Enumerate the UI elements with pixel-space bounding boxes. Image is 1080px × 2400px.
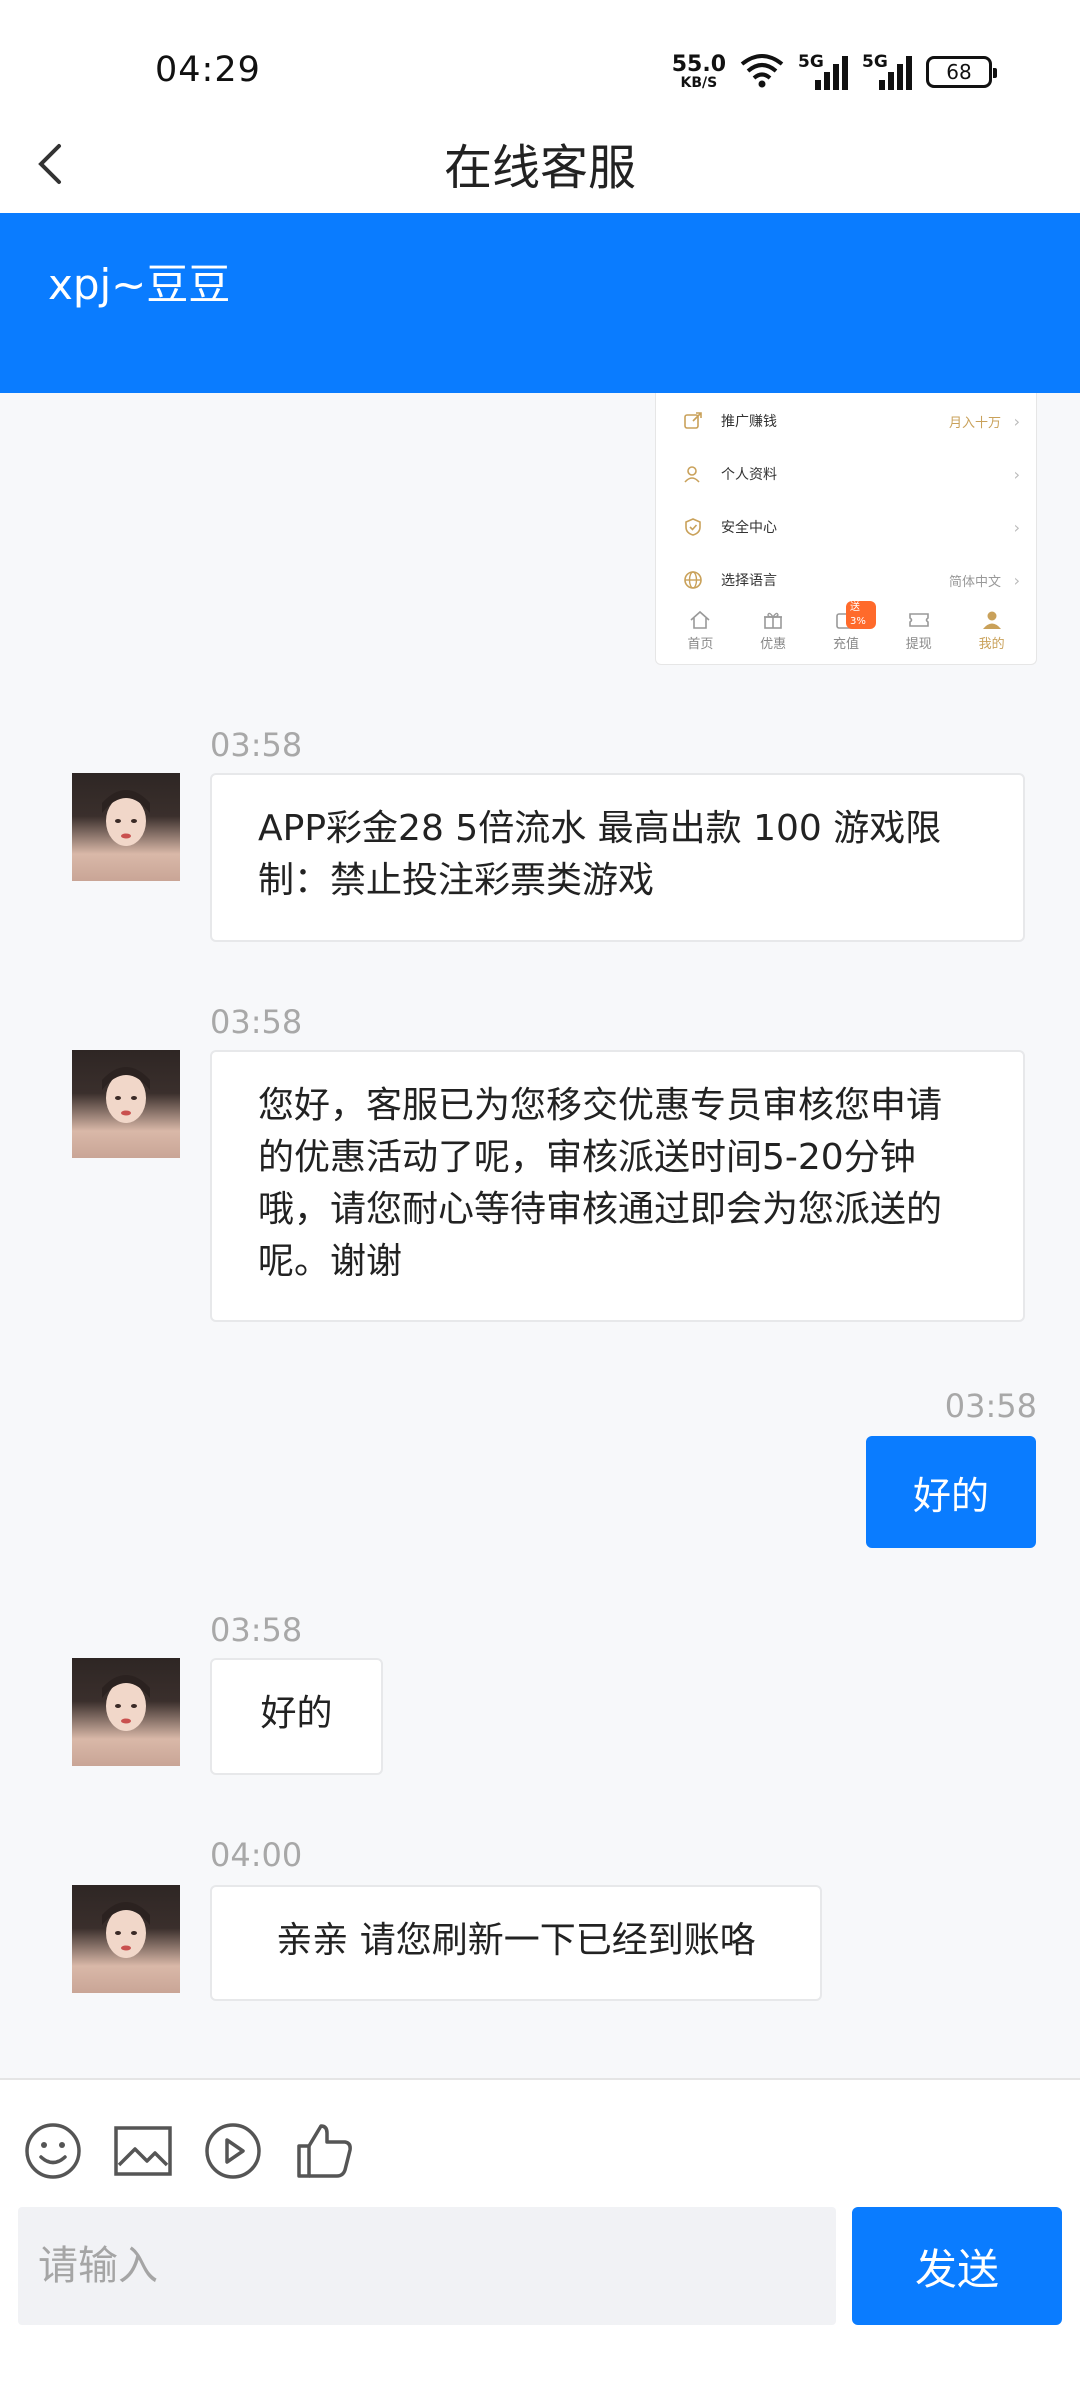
- message-text: APP彩金28 5倍流水 最高出款 100 游戏限制：禁止投注彩票类游戏: [258, 808, 942, 901]
- network-speed-value: 55.0: [671, 52, 726, 77]
- like-button[interactable]: [294, 2120, 356, 2182]
- composer: 发送: [0, 2078, 1080, 2400]
- chat-area[interactable]: 推广赚钱 月入十万 › 个人资料 › 安全中心 › 选择语言 简体中文 › 首页…: [0, 393, 1080, 2078]
- network-speed: 55.0 KB/S: [671, 52, 726, 91]
- share-icon: [682, 410, 704, 432]
- screenshot-row: 个人资料 ›: [656, 454, 1036, 494]
- user-message-bubble: 好的: [866, 1436, 1036, 1548]
- agent-message-bubble: 好的: [210, 1658, 383, 1775]
- chevron-right-icon: ›: [1013, 411, 1020, 431]
- emoji-icon: [25, 2123, 81, 2179]
- screenshot-tab-label: 提现: [905, 637, 932, 652]
- agent-message-bubble: 您好，客服已为您移交优惠专员审核您申请的优惠活动了呢，审核派送时间5-20分钟哦…: [210, 1050, 1025, 1322]
- status-time: 04:29: [155, 50, 261, 90]
- message-timestamp: 03:58: [210, 1611, 303, 1649]
- status-icons: 55.0 KB/S 5G 5G 68: [671, 52, 997, 92]
- screenshot-tab-withdraw: 提现: [889, 609, 949, 652]
- gift-icon: [760, 609, 786, 631]
- message-timestamp: 03:58: [944, 1387, 1037, 1425]
- home-icon: [687, 609, 713, 631]
- screenshot-row: 选择语言 简体中文 ›: [656, 560, 1036, 600]
- screenshot-row-label: 安全中心: [721, 520, 777, 536]
- nav-header: 在线客服: [0, 120, 1080, 213]
- signal-sim1-icon: 5G: [798, 52, 848, 90]
- message-timestamp: 03:58: [210, 1003, 303, 1041]
- agent-avatar: [72, 1658, 180, 1766]
- screenshot-row-label: 选择语言: [721, 573, 777, 589]
- page-title: 在线客服: [443, 140, 636, 196]
- screenshot-tab-me: 我的: [962, 609, 1022, 652]
- message-timestamp: 04:00: [210, 1836, 303, 1874]
- screenshot-tab-label: 优惠: [760, 637, 787, 652]
- screenshot-row-label: 推广赚钱: [721, 414, 777, 430]
- message-text: 好的: [912, 1473, 989, 1518]
- signal-sim2-icon: 5G: [862, 52, 912, 90]
- emoji-button[interactable]: [22, 2120, 84, 2182]
- screenshot-row-value: 简体中文: [948, 574, 1001, 590]
- message-text: 您好，客服已为您移交优惠专员审核您申请的优惠活动了呢，审核派送时间5-20分钟哦…: [258, 1085, 943, 1282]
- image-button[interactable]: [112, 2120, 174, 2182]
- battery-level: 68: [946, 60, 972, 84]
- message-text: 亲亲 请您刷新一下已经到账咯: [276, 1920, 756, 1961]
- thumbs-up-icon: [297, 2124, 352, 2178]
- user-icon: [682, 463, 704, 485]
- agent-name: xpj~豆豆: [48, 260, 231, 309]
- screenshot-tab-deposit: 送3% 充值: [816, 601, 876, 652]
- screenshot-row-value: 月入十万: [948, 415, 1001, 431]
- chevron-right-icon: ›: [1013, 570, 1020, 590]
- send-button[interactable]: 发送: [852, 2207, 1062, 2325]
- person-icon: [979, 609, 1005, 631]
- globe-icon: [682, 569, 704, 591]
- image-message[interactable]: 推广赚钱 月入十万 › 个人资料 › 安全中心 › 选择语言 简体中文 › 首页…: [655, 393, 1037, 665]
- screenshot-row: 安全中心 ›: [656, 507, 1036, 547]
- screenshot-tab-home: 首页: [670, 609, 730, 652]
- wifi-icon: [740, 52, 784, 92]
- screenshot-tab-bar: 首页 优惠 送3% 充值 提现 我的: [656, 601, 1036, 652]
- screenshot-tab-badge: 送3%: [845, 601, 876, 629]
- message-timestamp: 03:58: [210, 726, 303, 764]
- status-bar: 04:29 55.0 KB/S 5G 5G 68: [0, 0, 1080, 120]
- ticket-icon: [906, 609, 932, 631]
- chevron-right-icon: ›: [1013, 517, 1020, 537]
- video-icon: [205, 2123, 261, 2179]
- message-input[interactable]: [18, 2207, 836, 2325]
- agent-banner: xpj~豆豆: [0, 213, 1080, 393]
- message-text: 好的: [260, 1693, 333, 1734]
- shield-icon: [682, 516, 704, 538]
- image-icon: [114, 2126, 172, 2176]
- chevron-right-icon: ›: [1013, 464, 1020, 484]
- network-speed-unit: KB/S: [680, 75, 718, 91]
- battery-icon: 68: [926, 56, 997, 88]
- agent-avatar: [72, 1885, 180, 1993]
- agent-message-bubble: 亲亲 请您刷新一下已经到账咯: [210, 1885, 822, 2001]
- screenshot-tab-promo: 优惠: [743, 609, 803, 652]
- agent-avatar: [72, 773, 180, 881]
- screenshot-tab-label: 首页: [687, 637, 714, 652]
- screenshot-tab-label: 我的: [978, 637, 1005, 652]
- agent-message-bubble: APP彩金28 5倍流水 最高出款 100 游戏限制：禁止投注彩票类游戏: [210, 773, 1025, 942]
- video-button[interactable]: [202, 2120, 264, 2182]
- agent-avatar: [72, 1050, 180, 1158]
- screenshot-row: 推广赚钱 月入十万 ›: [656, 401, 1036, 441]
- screenshot-row-label: 个人资料: [721, 467, 777, 483]
- screenshot-tab-label: 充值: [832, 637, 859, 652]
